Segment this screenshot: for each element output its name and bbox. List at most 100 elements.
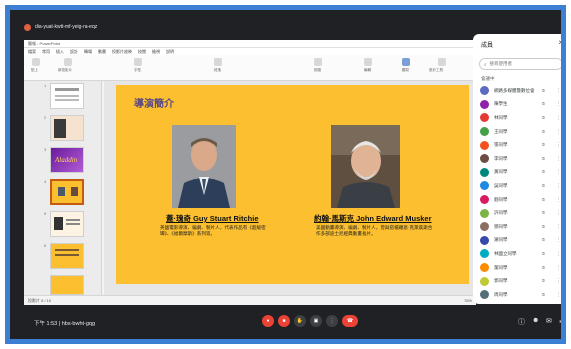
present-icon[interactable]: ▣: [310, 315, 322, 327]
participant-row[interactable]: 林國立同學 ⦸ ⋮: [473, 247, 561, 261]
participant-name: 劉同學: [494, 196, 508, 202]
slide-thumbnail[interactable]: [50, 275, 84, 295]
ribbon-tab[interactable]: 說明: [166, 49, 174, 55]
people-search-input[interactable]: ⌕ 搜尋使用者: [479, 58, 561, 70]
thumb-number: 3: [44, 147, 47, 152]
more-vert-icon[interactable]: ⋮: [556, 183, 561, 189]
more-vert-icon[interactable]: ⋮: [556, 115, 561, 121]
participant-row[interactable]: 網路多媒體暨數位會議 ⦸ ⋮: [473, 84, 561, 98]
mic-muted-icon: ⦸: [541, 128, 545, 135]
ribbon-tab[interactable]: 檔案: [28, 49, 36, 55]
more-vert-icon[interactable]: ⋮: [556, 292, 561, 298]
mic-muted-icon: ⦸: [541, 87, 545, 94]
avatar: [480, 263, 489, 273]
editing-icon[interactable]: [364, 58, 372, 66]
participant-name: 郭同學: [494, 278, 508, 284]
paragraph-icon[interactable]: [214, 58, 222, 66]
ribbon-tab[interactable]: 投影片放映: [112, 49, 132, 55]
close-icon[interactable]: ×: [558, 38, 561, 47]
font-icon[interactable]: [134, 58, 142, 66]
participant-row[interactable]: 劉同學 ⦸ ⋮: [473, 193, 561, 207]
ribbon-tab[interactable]: 轉場: [84, 49, 92, 55]
participant-row[interactable]: 謝同學 ⦸ ⋮: [473, 234, 561, 248]
slide-thumbnail-selected[interactable]: [50, 179, 84, 205]
meet-controls-bar: 下午 1:53 | hbs-bwht-gqg ● ■ ✋ ▣ ⋮ ☎ ⓘ ☻ ✉…: [10, 299, 561, 339]
slide-thumbnail[interactable]: [50, 83, 84, 109]
ribbon-tab[interactable]: 設計: [70, 49, 78, 55]
search-placeholder: 搜尋使用者: [489, 61, 513, 66]
ppt-ribbon-tabs: 檔案 常用 插入 設計 轉場 動畫 投影片放映 校閱 檢視 說明: [24, 48, 476, 55]
mic-off-icon[interactable]: ●: [262, 315, 274, 327]
participant-row[interactable]: 王同學 ⦸ ⋮: [473, 125, 561, 139]
participant-row[interactable]: 林同學 ⦸ ⋮: [473, 111, 561, 125]
more-vert-icon[interactable]: ⋮: [556, 237, 561, 243]
participant-row[interactable]: 許同學 ⦸ ⋮: [473, 206, 561, 220]
participant-name: 黃同學: [494, 169, 508, 175]
slide-thumbnail[interactable]: Aladdin: [50, 147, 84, 173]
participant-row[interactable]: 李同學 ⦸ ⋮: [473, 152, 561, 166]
people-icon[interactable]: ☻: [532, 317, 539, 324]
avatar: [480, 276, 489, 286]
participant-name: 王同學: [494, 128, 508, 134]
chat-icon[interactable]: ✉: [546, 317, 552, 325]
activities-icon[interactable]: ⁂: [559, 317, 561, 325]
mic-muted-icon: ⦸: [541, 155, 545, 162]
director-caption-right: 約翰·馬斯克 John Edward Musker: [314, 214, 432, 223]
info-icon[interactable]: ⓘ: [518, 317, 525, 327]
participant-row[interactable]: 陳學生 ⦸ ⋮: [473, 98, 561, 112]
avatar: [480, 222, 489, 232]
participant-name: 李同學: [494, 155, 508, 161]
more-vert-icon[interactable]: ⋮: [556, 265, 561, 271]
participant-list: 網路多媒體暨數位會議⦸⋮陳學生⦸⋮林同學⦸⋮王同學⦸⋮張同學⦸⋮李同學⦸⋮黃同學…: [473, 84, 561, 304]
raise-hand-icon[interactable]: ✋: [294, 315, 306, 327]
more-options-icon[interactable]: ⋮: [326, 315, 338, 327]
ribbon-tab[interactable]: 校閱: [138, 49, 146, 55]
more-vert-icon[interactable]: ⋮: [556, 88, 561, 94]
mic-muted-icon: ⦸: [541, 114, 545, 121]
participant-name: 張同學: [494, 142, 508, 148]
avatar: [480, 86, 489, 96]
more-vert-icon[interactable]: ⋮: [556, 101, 561, 107]
participant-row[interactable]: 郭同學 ⦸ ⋮: [473, 274, 561, 288]
thumb-number: 2: [44, 115, 47, 120]
avatar: [480, 167, 489, 177]
participant-row[interactable]: 鄧同學 ⦸ ⋮: [473, 220, 561, 234]
ribbon-label: 段落: [214, 68, 221, 72]
ribbon-tab[interactable]: 檢視: [152, 49, 160, 55]
slide-thumbnail[interactable]: [50, 211, 84, 237]
director-desc-left: 英國電影導演、編劇、製片人，代表作品有《超級密罈》、《福爾摩斯》系列等。: [160, 225, 266, 236]
slide-thumbnail[interactable]: [50, 115, 84, 141]
camera-off-icon[interactable]: ■: [278, 315, 290, 327]
slide-canvas: 導演簡介 蓋·瑰奇 Guy Stuart Ritchie 英國電影導演、編劇、製…: [104, 81, 476, 295]
participant-name: 周同學: [494, 291, 508, 297]
more-vert-icon[interactable]: ⋮: [556, 156, 561, 162]
more-vert-icon[interactable]: ⋮: [556, 224, 561, 230]
more-vert-icon[interactable]: ⋮: [556, 210, 561, 216]
ribbon-tab[interactable]: 動畫: [98, 49, 106, 55]
participant-row[interactable]: 吳同學 ⦸ ⋮: [473, 179, 561, 193]
participant-name: 許同學: [494, 210, 508, 216]
more-vert-icon[interactable]: ⋮: [556, 251, 561, 257]
drawing-icon[interactable]: [314, 58, 322, 66]
participant-name: 林同學: [494, 114, 508, 120]
participant-row[interactable]: 黃同學 ⦸ ⋮: [473, 166, 561, 180]
slide-thumbnail[interactable]: [50, 243, 84, 269]
designer-icon[interactable]: [438, 58, 446, 66]
dictate-icon[interactable]: [402, 58, 410, 66]
hangup-icon[interactable]: ☎: [342, 315, 358, 327]
avatar: [480, 249, 489, 259]
new-slide-icon[interactable]: [64, 58, 72, 66]
ribbon-tab[interactable]: 常用: [42, 49, 50, 55]
more-vert-icon[interactable]: ⋮: [556, 278, 561, 284]
more-vert-icon[interactable]: ⋮: [556, 197, 561, 203]
ribbon-tab[interactable]: 插入: [56, 49, 64, 55]
paste-icon[interactable]: [32, 58, 40, 66]
participant-row[interactable]: 張同學 ⦸ ⋮: [473, 138, 561, 152]
more-vert-icon[interactable]: ⋮: [556, 142, 561, 148]
people-panel: 成員 × ⌕ 搜尋使用者 會議中 網路多媒體暨數位會議⦸⋮陳學生⦸⋮林同學⦸⋮王…: [473, 34, 561, 304]
thumb-number: 4: [44, 179, 47, 184]
more-vert-icon[interactable]: ⋮: [556, 129, 561, 135]
ribbon-label: 繪圖: [314, 68, 321, 72]
more-vert-icon[interactable]: ⋮: [556, 169, 561, 175]
participant-row[interactable]: 葉同學 ⦸ ⋮: [473, 261, 561, 275]
